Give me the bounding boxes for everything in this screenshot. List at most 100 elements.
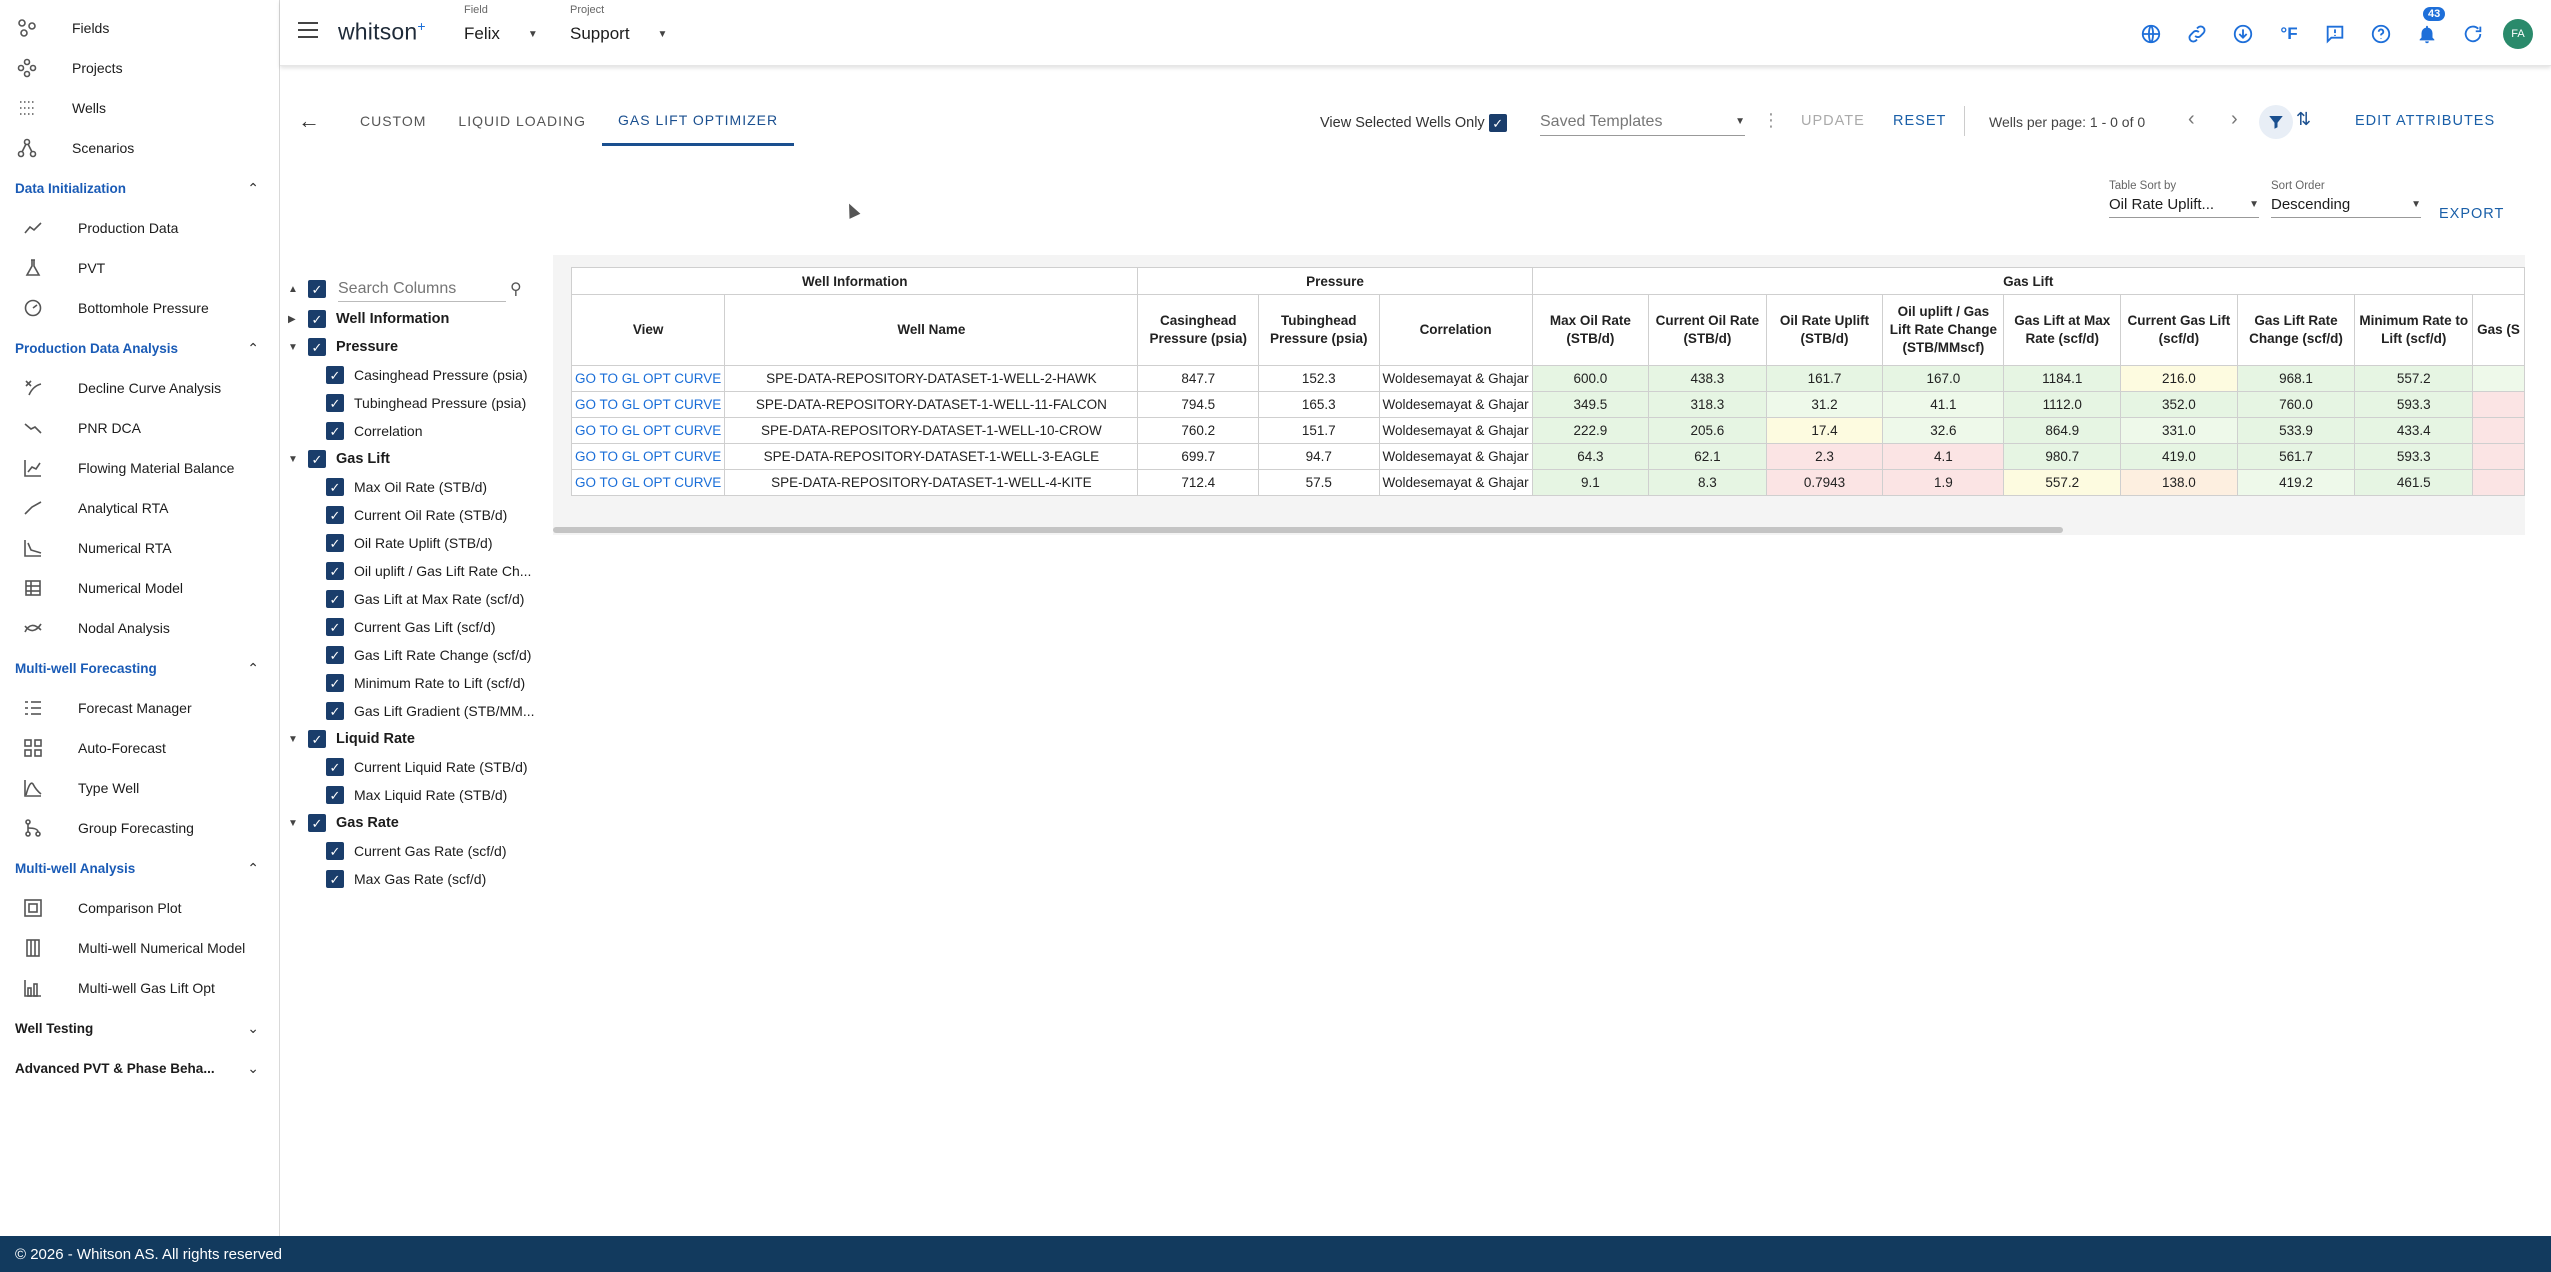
group-pressure[interactable]: ▼ ✓ Pressure (288, 333, 538, 361)
group-checkbox[interactable]: ✓ (308, 730, 326, 748)
search-columns-input[interactable] (338, 276, 506, 302)
sidebar-item-forecast-manager[interactable]: Forecast Manager (0, 688, 279, 728)
tab-gas-lift-optimizer[interactable]: GAS LIFT OPTIMIZER (602, 96, 795, 146)
expand-icon[interactable]: ▶ (288, 314, 308, 325)
go-to-curve-link[interactable]: GO TO GL OPT CURVE (570, 417, 726, 444)
update-button[interactable]: UPDATE (1801, 113, 1865, 129)
section-multi-well-forecasting[interactable]: Multi-well Forecasting ⌃ (0, 648, 279, 688)
section-well-testing[interactable]: Well Testing ⌄ (0, 1008, 279, 1048)
group-checkbox[interactable]: ✓ (308, 310, 326, 328)
table-sort-select[interactable]: Table Sort by Oil Rate Uplift... ▼ (2109, 180, 2259, 218)
column-item[interactable]: ✓ Tubinghead Pressure (psia) (288, 389, 538, 417)
column-header[interactable]: Current Gas Lift (scf/d) (2120, 294, 2238, 366)
sidebar-item-scenarios[interactable]: Scenarios (0, 128, 279, 168)
sidebar-item-multi-well-gas-lift-opt[interactable]: Multi-well Gas Lift Opt (0, 968, 279, 1008)
column-checkbox[interactable]: ✓ (326, 842, 344, 860)
temperature-unit-icon[interactable]: °F (2273, 18, 2305, 50)
column-header[interactable]: Oil uplift / Gas Lift Rate Change (STB/M… (1882, 294, 2005, 366)
go-to-curve-link[interactable]: GO TO GL OPT CURVE (570, 391, 726, 418)
group-checkbox[interactable]: ✓ (308, 814, 326, 832)
sidebar-item-group-forecasting[interactable]: Group Forecasting (0, 808, 279, 848)
column-item[interactable]: ✓ Gas Lift Gradient (STB/MM... (288, 697, 538, 725)
column-item[interactable]: ✓ Oil Rate Uplift (STB/d) (288, 529, 538, 557)
filter-icon[interactable] (2259, 105, 2293, 139)
sort-order-select[interactable]: Sort Order Descending ▼ (2271, 180, 2421, 218)
sidebar-item-comparison-plot[interactable]: Comparison Plot (0, 888, 279, 928)
globe-icon[interactable] (2135, 18, 2167, 50)
next-page-icon[interactable]: › (2231, 108, 2238, 131)
go-to-curve-link[interactable]: GO TO GL OPT CURVE (570, 443, 726, 470)
column-header[interactable]: Oil Rate Uplift (STB/d) (1765, 294, 1884, 366)
reset-button[interactable]: RESET (1893, 113, 1946, 129)
section-advanced-pvt[interactable]: Advanced PVT & Phase Beha... ⌄ (0, 1048, 279, 1088)
refresh-icon[interactable] (2457, 18, 2489, 50)
sidebar-item-pvt[interactable]: PVT (0, 248, 279, 288)
sidebar-item-numerical-model[interactable]: Numerical Model (0, 568, 279, 608)
edit-attributes-button[interactable]: EDIT ATTRIBUTES (2355, 113, 2495, 129)
section-multi-well-analysis[interactable]: Multi-well Analysis ⌃ (0, 848, 279, 888)
sidebar-item-fields[interactable]: Fields (0, 8, 279, 48)
column-header[interactable]: Correlation (1378, 294, 1533, 366)
avatar[interactable]: FA (2503, 19, 2533, 49)
group-well-information[interactable]: ▶ ✓ Well Information (288, 305, 538, 333)
column-checkbox[interactable]: ✓ (326, 702, 344, 720)
column-checkbox[interactable]: ✓ (326, 478, 344, 496)
collapse-icon[interactable]: ▼ (288, 342, 308, 353)
select-all-checkbox[interactable]: ✓ (308, 280, 326, 298)
search-icon[interactable]: ⚲ (510, 279, 522, 299)
go-to-curve-link[interactable]: GO TO GL OPT CURVE (570, 469, 726, 496)
export-button[interactable]: EXPORT (2439, 206, 2504, 222)
prev-page-icon[interactable]: ‹ (2188, 108, 2195, 131)
sidebar-item-flowing-material-balance[interactable]: Flowing Material Balance (0, 448, 279, 488)
more-options-icon[interactable]: ⋮ (1762, 110, 1780, 131)
sidebar-item-type-well[interactable]: Type Well (0, 768, 279, 808)
section-data-initialization[interactable]: Data Initialization ⌃ (0, 168, 279, 208)
sidebar-item-projects[interactable]: Projects (0, 48, 279, 88)
sidebar-item-multi-well-numerical-model[interactable]: Multi-well Numerical Model (0, 928, 279, 968)
column-checkbox[interactable]: ✓ (326, 646, 344, 664)
sidebar-item-auto-forecast[interactable]: Auto-Forecast (0, 728, 279, 768)
collapse-icon[interactable]: ▼ (288, 454, 308, 465)
back-arrow-icon[interactable]: ← (298, 108, 320, 134)
column-item[interactable]: ✓ Gas Lift at Max Rate (scf/d) (288, 585, 538, 613)
column-item[interactable]: ✓ Current Gas Rate (scf/d) (288, 837, 538, 865)
group-gas-lift[interactable]: ▼ ✓ Gas Lift (288, 445, 538, 473)
notifications-icon[interactable]: 43 (2411, 7, 2446, 50)
tab-custom[interactable]: CUSTOM (344, 96, 442, 146)
tab-liquid-loading[interactable]: LIQUID LOADING (442, 96, 602, 146)
column-checkbox[interactable]: ✓ (326, 422, 344, 440)
go-to-curve-link[interactable]: GO TO GL OPT CURVE (570, 365, 726, 392)
project-select[interactable]: Project Support ▼ (570, 4, 667, 44)
column-item[interactable]: ✓ Oil uplift / Gas Lift Rate Ch... (288, 557, 538, 585)
column-item[interactable]: ✓ Casinghead Pressure (psia) (288, 361, 538, 389)
view-selected-wells-toggle[interactable]: View Selected Wells Only ✓ (1320, 114, 1507, 132)
column-checkbox[interactable]: ✓ (326, 870, 344, 888)
horizontal-scrollbar[interactable] (553, 527, 2063, 533)
sidebar-item-bottomhole-pressure[interactable]: Bottomhole Pressure (0, 288, 279, 328)
collapse-icon[interactable]: ▼ (288, 818, 308, 829)
sidebar-item-wells[interactable]: Wells (0, 88, 279, 128)
column-item[interactable]: ✓ Max Liquid Rate (STB/d) (288, 781, 538, 809)
column-checkbox[interactable]: ✓ (326, 394, 344, 412)
sidebar-item-nodal-analysis[interactable]: Nodal Analysis (0, 608, 279, 648)
column-checkbox[interactable]: ✓ (326, 618, 344, 636)
section-production-data-analysis[interactable]: Production Data Analysis ⌃ (0, 328, 279, 368)
group-gas-rate[interactable]: ▼ ✓ Gas Rate (288, 809, 538, 837)
column-header[interactable]: Minimum Rate to Lift (scf/d) (2354, 294, 2474, 366)
column-header[interactable]: Tubinghead Pressure (psia) (1258, 294, 1380, 366)
column-item[interactable]: ✓ Max Oil Rate (STB/d) (288, 473, 538, 501)
column-checkbox[interactable]: ✓ (326, 506, 344, 524)
column-checkbox[interactable]: ✓ (326, 534, 344, 552)
sidebar-item-analytical-rta[interactable]: Analytical RTA (0, 488, 279, 528)
column-checkbox[interactable]: ✓ (326, 674, 344, 692)
column-header[interactable]: Casinghead Pressure (psia) (1137, 294, 1260, 366)
column-item[interactable]: ✓ Current Liquid Rate (STB/d) (288, 753, 538, 781)
column-checkbox[interactable]: ✓ (326, 590, 344, 608)
app-logo[interactable]: whitson+ (338, 18, 426, 46)
column-item[interactable]: ✓ Minimum Rate to Lift (scf/d) (288, 669, 538, 697)
column-item[interactable]: ✓ Current Gas Lift (scf/d) (288, 613, 538, 641)
checkbox-checked-icon[interactable]: ✓ (1488, 114, 1507, 132)
sidebar-item-numerical-rta[interactable]: Numerical RTA (0, 528, 279, 568)
download-icon[interactable] (2227, 18, 2259, 50)
column-header[interactable]: Well Name (724, 294, 1139, 366)
